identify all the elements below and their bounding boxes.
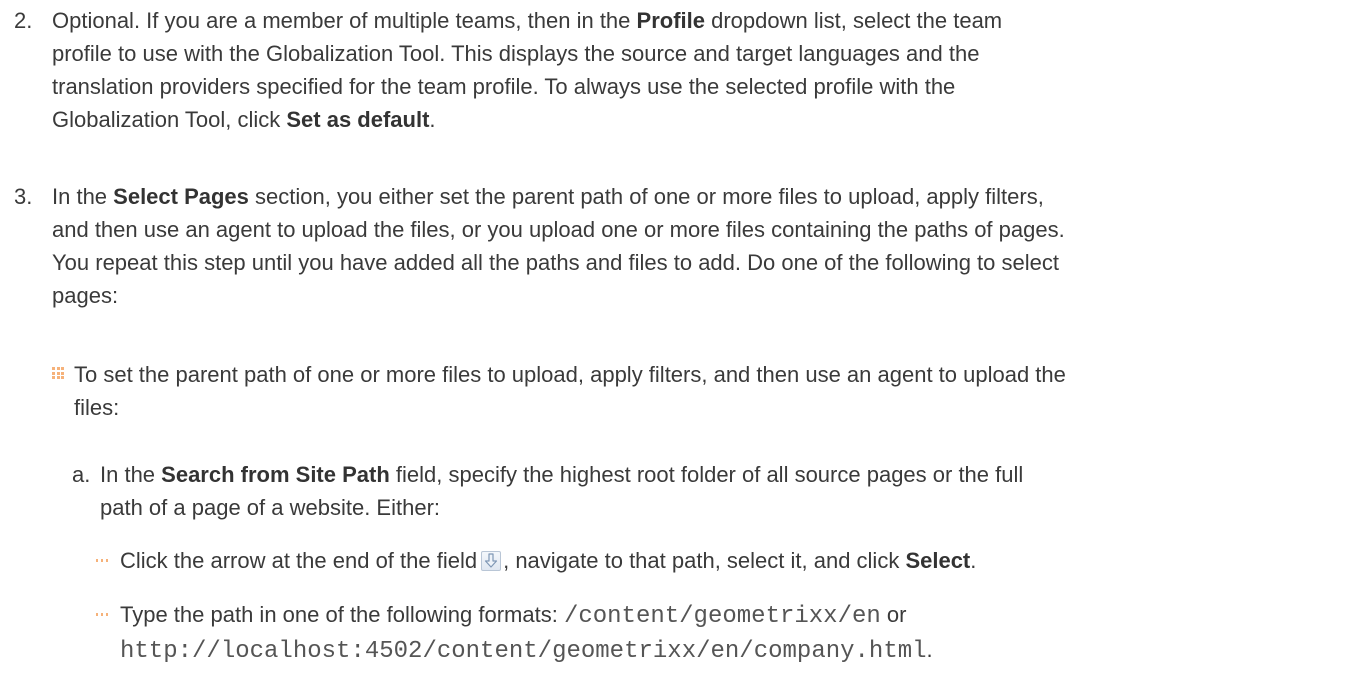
sub-bullet-2-line-2: http://localhost:4502/content/geometrixx… <box>120 637 933 665</box>
profile-term: Profile <box>636 8 705 33</box>
path-example-1: /content/geometrixx/en <box>563 603 881 630</box>
arrow-down-icon <box>481 551 502 571</box>
step-3-line-3: You repeat this step until you have adde… <box>52 250 1059 275</box>
step-3-text: In the Select Pages section, you either … <box>52 180 1352 312</box>
substep-a-line-1: In the Search from Site Path field, spec… <box>100 462 1024 487</box>
grid-bullet-icon <box>52 367 64 379</box>
select-term: Select <box>905 548 971 573</box>
step-2-line-3: translation providers specified for the … <box>52 74 956 99</box>
sub-bullet-2-line-1: Type the path in one of the following fo… <box>120 602 907 630</box>
path-example-2: http://localhost:4502/content/geometrixx… <box>120 638 927 665</box>
step-number: 3. <box>14 184 33 209</box>
search-from-site-path-term: Search from Site Path <box>161 462 390 487</box>
step-3-line-2: and then use an agent to upload the file… <box>52 217 1065 242</box>
document-page: 2. Optional. If you are a member of mult… <box>0 0 1354 700</box>
step-2-line-2: profile to use with the Globalization To… <box>52 41 980 66</box>
select-pages-term: Select Pages <box>113 184 249 209</box>
step-number: 2. <box>14 8 33 33</box>
step-3-line-1: In the Select Pages section, you either … <box>52 184 1044 209</box>
substep-letter: a. <box>72 462 91 487</box>
bullet-line-2: files: <box>74 395 120 420</box>
dash-bullet-icon <box>96 613 108 616</box>
substep-a-line-2: path of a page of a website. Either: <box>100 495 441 520</box>
bullet-line-1: To set the parent path of one or more fi… <box>74 362 1066 387</box>
step-3-line-4: pages: <box>52 283 119 308</box>
set-as-default-term: Set as default <box>286 107 430 132</box>
step-2-text: Optional. If you are a member of multipl… <box>52 4 1352 136</box>
step-2-line-1: Optional. If you are a member of multipl… <box>52 8 1003 33</box>
step-2-line-4: Globalization Tool, click Set as default… <box>52 107 436 132</box>
dash-bullet-icon <box>96 559 108 562</box>
